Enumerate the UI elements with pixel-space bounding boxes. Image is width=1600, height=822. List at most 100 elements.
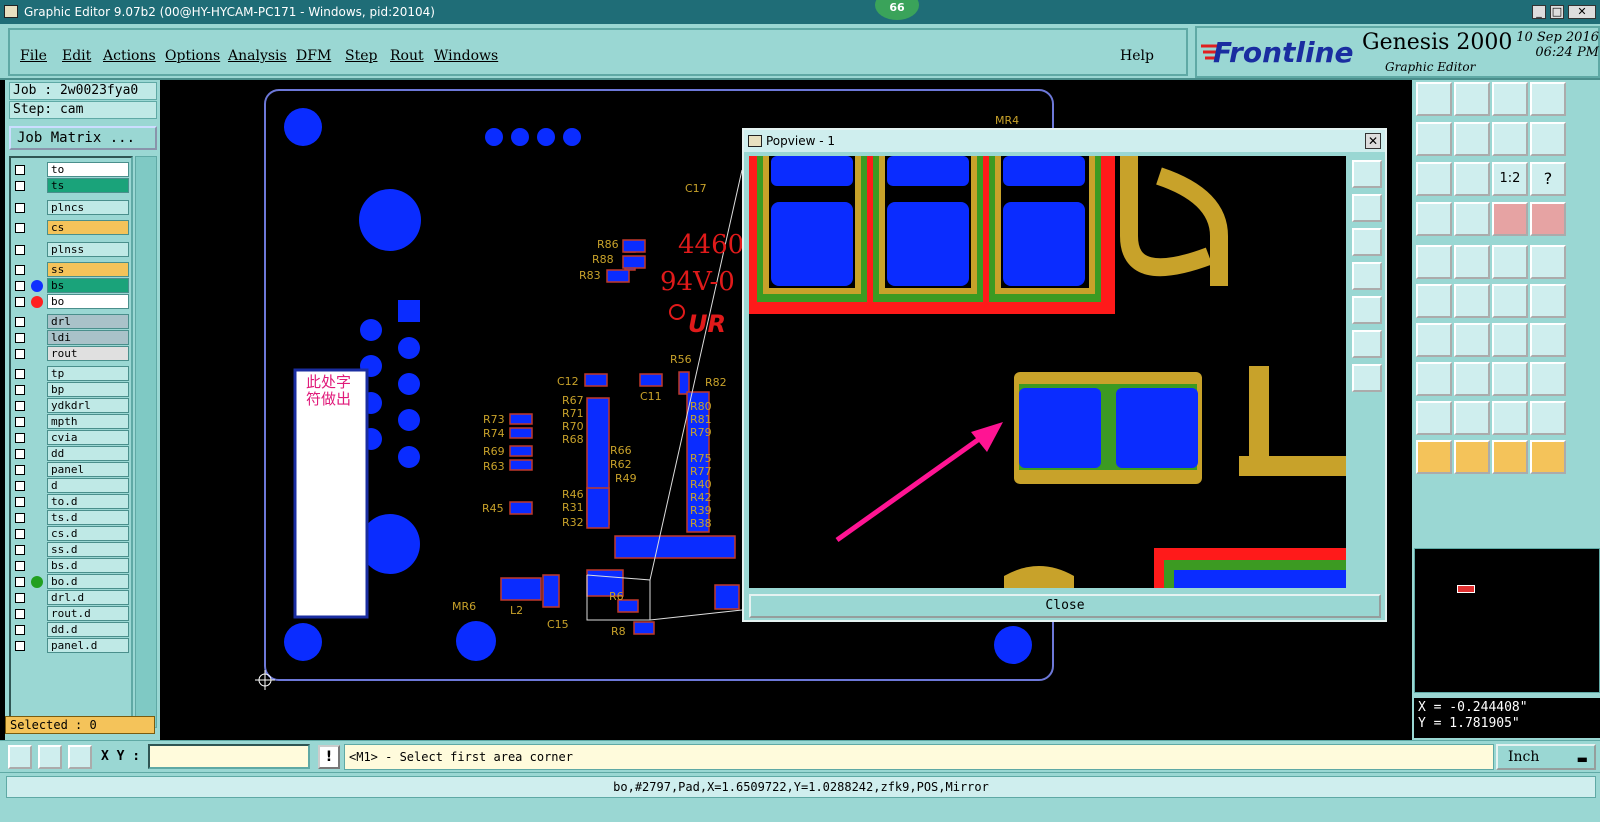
popview-zoom-icon[interactable] bbox=[1352, 160, 1382, 188]
ruler-icon[interactable] bbox=[1492, 245, 1528, 279]
layer-checkbox[interactable] bbox=[15, 401, 25, 411]
layer-row-bo-d[interactable]: bo.d bbox=[11, 574, 135, 590]
layer-row-cvia[interactable]: cvia bbox=[11, 430, 135, 446]
layer-row-ts-d[interactable]: ts.d bbox=[11, 510, 135, 526]
layer-row-dd-d[interactable]: dd.d bbox=[11, 622, 135, 638]
layer-checkbox[interactable] bbox=[15, 417, 25, 427]
layer-checkbox[interactable] bbox=[15, 349, 25, 359]
layer-checkbox[interactable] bbox=[15, 513, 25, 523]
layer-row-ydkdrl[interactable]: ydkdrl bbox=[11, 398, 135, 414]
angle-snap-icon[interactable] bbox=[38, 745, 62, 769]
layer-checkbox[interactable] bbox=[15, 369, 25, 379]
menu-actions[interactable]: Actions bbox=[103, 48, 156, 64]
select-net-icon[interactable] bbox=[1530, 440, 1566, 474]
connect-icon[interactable] bbox=[1416, 284, 1452, 318]
layer-row-bp[interactable]: bp bbox=[11, 382, 135, 398]
layer-row-ss[interactable]: ss bbox=[11, 262, 135, 278]
group-icon[interactable] bbox=[1530, 362, 1566, 396]
snap-blue-icon[interactable] bbox=[1530, 202, 1566, 236]
layer-row-rout-d[interactable]: rout.d bbox=[11, 606, 135, 622]
popview-center-icon[interactable] bbox=[1352, 364, 1382, 392]
layer-checkbox[interactable] bbox=[15, 545, 25, 555]
layer-checkbox[interactable] bbox=[15, 333, 25, 343]
layer-checkbox[interactable] bbox=[15, 577, 25, 587]
redraw-icon[interactable] bbox=[1492, 122, 1528, 156]
layer-checkbox[interactable] bbox=[15, 465, 25, 475]
cross-icon[interactable] bbox=[1454, 284, 1490, 318]
layer-checkbox[interactable] bbox=[15, 281, 25, 291]
zoom-window-icon[interactable] bbox=[1530, 82, 1566, 116]
layer-checkbox[interactable] bbox=[15, 609, 25, 619]
minimize-button[interactable]: _ bbox=[1532, 5, 1546, 19]
pan-down-icon[interactable] bbox=[1454, 82, 1490, 116]
layer-row-drl[interactable]: drl bbox=[11, 314, 135, 330]
layer-checkbox[interactable] bbox=[15, 297, 25, 307]
zoom-step-icon[interactable] bbox=[1530, 122, 1566, 156]
pan-right-icon[interactable] bbox=[1454, 122, 1490, 156]
layer-checkbox[interactable] bbox=[15, 223, 25, 233]
overview-viewport[interactable] bbox=[1457, 585, 1475, 593]
xy-input[interactable] bbox=[148, 744, 310, 769]
popview-fit-icon[interactable] bbox=[1352, 330, 1382, 358]
menu-edit[interactable]: Edit bbox=[62, 48, 91, 64]
grid-icon[interactable] bbox=[1454, 202, 1490, 236]
layer-row-panel[interactable]: panel bbox=[11, 462, 135, 478]
layer-row-plnss[interactable]: plnss bbox=[11, 242, 135, 258]
job-matrix-button[interactable]: Job Matrix ... bbox=[9, 126, 157, 150]
layer-checkbox[interactable] bbox=[15, 481, 25, 491]
layer-checkbox[interactable] bbox=[15, 203, 25, 213]
move-icon[interactable] bbox=[1492, 284, 1528, 318]
layer-checkbox[interactable] bbox=[15, 497, 25, 507]
arch-blue-icon[interactable] bbox=[1492, 401, 1528, 435]
layer-row-mpth[interactable]: mpth bbox=[11, 414, 135, 430]
layer-row-to[interactable]: to bbox=[11, 162, 135, 178]
close-window-button[interactable]: ✕ bbox=[1568, 5, 1596, 19]
menu-dfm[interactable]: DFM bbox=[296, 48, 331, 64]
layer-row-ldi[interactable]: ldi bbox=[11, 330, 135, 346]
layer-row-to-d[interactable]: to.d bbox=[11, 494, 135, 510]
menu-rout[interactable]: Rout bbox=[390, 48, 424, 64]
menu-file[interactable]: File bbox=[20, 48, 47, 64]
layer-checkbox[interactable] bbox=[15, 449, 25, 459]
menu-help[interactable]: Help bbox=[1120, 48, 1154, 64]
zoom-one-to-two-icon[interactable]: 1:2 bbox=[1492, 162, 1528, 196]
layer-row-cs-d[interactable]: cs.d bbox=[11, 526, 135, 542]
popview-pan-down-icon[interactable] bbox=[1352, 228, 1382, 256]
help-icon[interactable]: ? bbox=[1530, 162, 1566, 196]
zoom-fit-icon[interactable] bbox=[1454, 162, 1490, 196]
select-cursor-icon[interactable] bbox=[1416, 440, 1452, 474]
layer-row-drl-d[interactable]: drl.d bbox=[11, 590, 135, 606]
layer-checkbox[interactable] bbox=[15, 317, 25, 327]
overview-map[interactable] bbox=[1414, 548, 1600, 693]
menu-step[interactable]: Step bbox=[345, 48, 377, 64]
pan-up-icon[interactable] bbox=[1416, 82, 1452, 116]
rotate-icon[interactable] bbox=[1492, 323, 1528, 357]
unit-select[interactable]: Inch ▬ bbox=[1496, 744, 1596, 770]
layer-row-ss-d[interactable]: ss.d bbox=[11, 542, 135, 558]
maximize-button[interactable]: □ bbox=[1550, 5, 1564, 19]
snap-icon[interactable] bbox=[8, 745, 32, 769]
layer-row-bs-d[interactable]: bs.d bbox=[11, 558, 135, 574]
layer-row-tp[interactable]: tp bbox=[11, 366, 135, 382]
minus-icon[interactable] bbox=[1454, 362, 1490, 396]
layer-checkbox[interactable] bbox=[15, 165, 25, 175]
grid-snap-icon[interactable] bbox=[68, 745, 92, 769]
triangle-icon[interactable] bbox=[1416, 401, 1452, 435]
circle-icon[interactable] bbox=[1530, 245, 1566, 279]
home-icon[interactable] bbox=[1492, 82, 1528, 116]
pad-icon[interactable] bbox=[1416, 245, 1452, 279]
add-pad-icon[interactable] bbox=[1416, 362, 1452, 396]
layer-row-d[interactable]: d bbox=[11, 478, 135, 494]
layer-checkbox[interactable] bbox=[15, 385, 25, 395]
layer-checkbox[interactable] bbox=[15, 265, 25, 275]
layer-row-bs[interactable]: bs bbox=[11, 278, 135, 294]
layer-checkbox[interactable] bbox=[15, 433, 25, 443]
line-icon[interactable] bbox=[1454, 245, 1490, 279]
menu-analysis[interactable]: Analysis bbox=[228, 48, 287, 64]
layer-checkbox[interactable] bbox=[15, 641, 25, 651]
popview-pan-left-icon[interactable] bbox=[1352, 262, 1382, 290]
layer-row-rout[interactable]: rout bbox=[11, 346, 135, 362]
layer-row-panel-d[interactable]: panel.d bbox=[11, 638, 135, 654]
menu-windows[interactable]: Windows bbox=[434, 48, 498, 64]
select-area-icon[interactable] bbox=[1454, 440, 1490, 474]
